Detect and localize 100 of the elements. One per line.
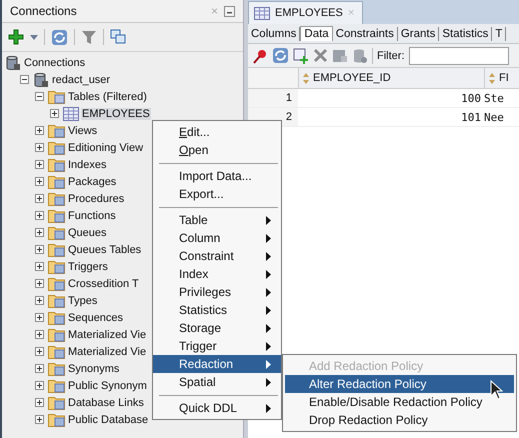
- expander-icon[interactable]: [50, 109, 59, 118]
- column-header[interactable]: FI: [484, 68, 519, 88]
- folder-icon: [48, 259, 65, 274]
- database-icon: [33, 72, 49, 88]
- folder-icon: [48, 293, 65, 308]
- windows-icon[interactable]: [110, 29, 126, 45]
- expander-icon[interactable]: [35, 296, 44, 305]
- tree-item[interactable]: Synonyms: [67, 362, 120, 374]
- menu-item[interactable]: Constraint: [153, 247, 281, 265]
- sub-tab[interactable]: T: [492, 26, 506, 40]
- menu-item[interactable]: Alter Redaction Policy: [285, 375, 514, 393]
- menu-item[interactable]: Import Data...: [153, 167, 281, 185]
- expander-icon[interactable]: [35, 126, 44, 135]
- tree-item[interactable]: Database Links: [67, 396, 145, 408]
- expander-icon[interactable]: [35, 228, 44, 237]
- menu-item[interactable]: Table: [153, 211, 281, 229]
- filter-label: Filter:: [377, 50, 404, 62]
- menu-item[interactable]: Storage: [153, 319, 281, 337]
- expander-icon[interactable]: [35, 415, 44, 424]
- expander-icon[interactable]: [35, 245, 44, 254]
- tree-item[interactable]: Queues: [67, 226, 108, 238]
- menu-item[interactable]: Trigger: [153, 337, 281, 355]
- menu-item[interactable]: Redaction: [153, 355, 281, 373]
- tree-item[interactable]: Triggers: [67, 260, 109, 272]
- tree-item[interactable]: Tables (Filtered): [67, 90, 148, 102]
- cursor-icon: [490, 380, 503, 400]
- folder-icon: [48, 361, 65, 376]
- sub-tab[interactable]: Data: [300, 26, 333, 41]
- tree-item[interactable]: Sequences: [67, 312, 124, 324]
- dropdown-icon[interactable]: [30, 34, 38, 40]
- tree-item[interactable]: Connections: [23, 56, 86, 68]
- tree-item[interactable]: EMPLOYEES: [81, 108, 151, 120]
- expander-icon[interactable]: [35, 364, 44, 373]
- menu-item[interactable]: Drop Redaction Policy: [285, 411, 514, 429]
- tree-item[interactable]: Public Synonym: [67, 380, 148, 392]
- menu-item[interactable]: Enable/Disable Redaction Policy: [285, 393, 514, 411]
- folder-icon: [48, 395, 65, 410]
- tree-item[interactable]: Types: [67, 294, 98, 306]
- add-row-icon[interactable]: [293, 48, 309, 64]
- tree-item[interactable]: Editioning View: [67, 142, 144, 154]
- tree-item[interactable]: Materialized Vie: [67, 328, 148, 340]
- table-cell-text: 101: [460, 110, 482, 124]
- tree-item[interactable]: Functions: [67, 210, 117, 222]
- folder-icon: [48, 225, 65, 240]
- tree-item[interactable]: Public Database: [67, 414, 150, 426]
- filter-field[interactable]: [408, 46, 508, 64]
- expander-icon[interactable]: [35, 330, 44, 339]
- tree-item[interactable]: Procedures: [67, 192, 126, 204]
- tree-item[interactable]: redact_user: [51, 74, 112, 86]
- folder-icon: [48, 174, 65, 189]
- expander-icon[interactable]: [20, 75, 29, 84]
- expander-icon[interactable]: [35, 143, 44, 152]
- pin-icon[interactable]: [252, 48, 268, 64]
- tree-item[interactable]: Crossedition T: [67, 278, 140, 290]
- expander-icon[interactable]: [35, 347, 44, 356]
- expander-icon[interactable]: [35, 160, 44, 169]
- filter-icon[interactable]: [81, 29, 97, 45]
- expander-icon[interactable]: [35, 279, 44, 288]
- menu-item[interactable]: Export...: [153, 185, 281, 203]
- sub-tab[interactable]: Statistics: [439, 26, 492, 40]
- refresh-icon[interactable]: [272, 47, 289, 64]
- menu-item[interactable]: Spatial: [153, 373, 281, 391]
- table-icon: [63, 106, 79, 120]
- menu-item[interactable]: Quick DDL: [153, 399, 281, 417]
- expander-icon[interactable]: [35, 313, 44, 322]
- editor-tab[interactable]: EMPLOYEES ×: [248, 1, 364, 24]
- menu-item[interactable]: Open: [153, 141, 281, 159]
- sub-tab[interactable]: Grants: [398, 26, 440, 40]
- folder-icon: [48, 378, 65, 393]
- table-cell-text: Ste: [484, 92, 505, 104]
- tree-item[interactable]: Packages: [67, 176, 118, 188]
- folder-icon: [48, 242, 65, 257]
- folder-icon: [48, 344, 65, 359]
- expander-icon[interactable]: [35, 211, 44, 220]
- tree-item[interactable]: Materialized Vie: [67, 346, 148, 358]
- expander-icon[interactable]: [35, 381, 44, 390]
- folder-icon: [48, 327, 65, 342]
- sub-tab[interactable]: Constraints: [332, 26, 398, 40]
- expander-icon[interactable]: [35, 262, 44, 271]
- expander-icon[interactable]: [35, 92, 44, 101]
- minimize-icon[interactable]: [224, 6, 235, 16]
- tree-item[interactable]: Queues Tables: [67, 244, 142, 256]
- menu-item[interactable]: Statistics: [153, 301, 281, 319]
- menu-item[interactable]: Column: [153, 229, 281, 247]
- add-icon[interactable]: [8, 29, 24, 45]
- expander-icon[interactable]: [35, 398, 44, 407]
- menu-item[interactable]: Edit...: [153, 123, 281, 141]
- menu-item[interactable]: Privileges: [153, 283, 281, 301]
- rollback-icon[interactable]: [352, 48, 368, 64]
- refresh-icon[interactable]: [51, 28, 68, 46]
- table-cell-text: Nee: [484, 110, 505, 124]
- table-cell-text: 100: [460, 92, 482, 104]
- tree-item[interactable]: Views: [67, 124, 98, 136]
- tree-item[interactable]: Indexes: [67, 158, 108, 170]
- expander-icon[interactable]: [35, 194, 44, 203]
- column-header[interactable]: EMPLOYEE_ID: [298, 68, 484, 88]
- menu-item[interactable]: Index: [153, 265, 281, 283]
- delete-icon[interactable]: [313, 48, 328, 63]
- folder-icon: [48, 140, 65, 155]
- expander-icon[interactable]: [35, 177, 44, 186]
